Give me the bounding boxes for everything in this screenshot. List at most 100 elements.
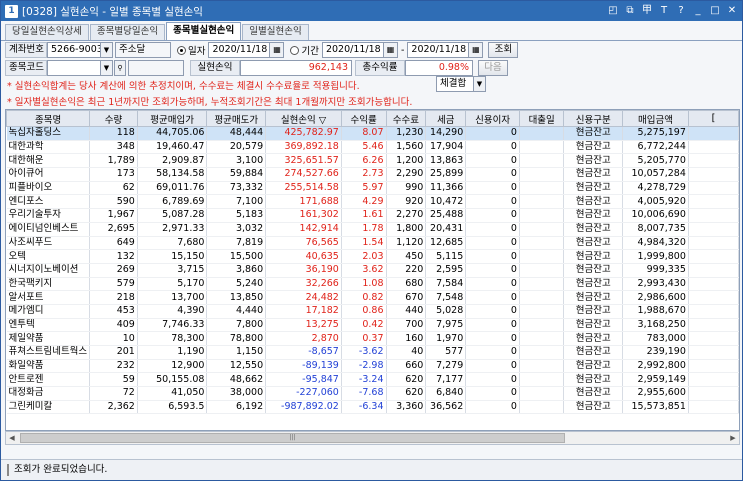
close-icon[interactable]: ✕ (725, 4, 739, 18)
cell-credit-type: 현금잔고 (563, 290, 624, 305)
help-icon[interactable]: ? (674, 4, 688, 18)
cell-avg-sell: 3,032 (206, 222, 267, 237)
pin-icon[interactable]: 甲 (640, 4, 654, 18)
table-row[interactable]: 사조씨푸드 649 7,680 7,819 76,565 1.54 1,120 12,685 0… (6, 236, 739, 251)
col-realized-pnl[interactable]: 실현손익 ▽ (265, 110, 342, 127)
cell-return: -7.68 (341, 386, 387, 401)
calendar-from-icon[interactable]: ▦ (383, 42, 398, 58)
price-type-select[interactable]: 체결합 ▼ (436, 76, 486, 92)
table-row[interactable]: 아이큐어 173 58,134.58 59,884 274,527.66 2.73 2,29… (6, 167, 739, 182)
scroll-thumb[interactable]: ||| (20, 433, 565, 443)
table-row[interactable]: 한국팩키지 579 5,170 5,240 32,266 1.08 680 7,584 0 현금잔… (6, 277, 739, 292)
cell-realized-pnl: -227,060 (265, 386, 342, 401)
price-type-value[interactable]: 체결합 (436, 76, 474, 92)
tab-daily-realized-detail[interactable]: 당일실현손익상세 (5, 24, 89, 40)
realized-pnl-grid[interactable]: 종목명 수량 평균매입가 평균매도가 실현손익 ▽ 수익률 수수료 세금 신용이… (5, 109, 740, 431)
col-fee[interactable]: 수수료 (385, 110, 427, 127)
table-row[interactable]: 그린케미칼 2,362 6,593.5 6,192 -987,892.02 -6.34 3,… (6, 400, 739, 415)
cell-overflow (688, 331, 739, 346)
col-buy-amount[interactable]: 매입금액 (622, 110, 689, 127)
daily-date-field[interactable]: 2020/11/18 (208, 42, 271, 58)
table-row[interactable]: 대정화금 72 41,050 38,000 -227,060 -7.68 620 6,840 0… (6, 386, 739, 401)
cell-fee: 2,290 (386, 167, 427, 182)
table-row[interactable]: 우리기술투자 1,967 5,087.28 5,183 161,302 1.61 2,270… (6, 208, 739, 223)
horizontal-scrollbar[interactable]: ◀ ||| ▶ (5, 431, 740, 445)
radio-daily-indicator[interactable] (177, 45, 186, 55)
table-row[interactable]: 오텍 132 15,150 15,500 40,635 2.03 450 5,115 0 현금잔고… (6, 249, 739, 264)
notice-realized-sum: * 실현손익합계는 당사 계산에 의한 추정치이며, 수수료는 체결시 수수료율… (7, 81, 360, 92)
col-tax[interactable]: 세금 (425, 110, 467, 127)
col-stock-name[interactable]: 종목명 (6, 110, 91, 127)
col-credit-interest[interactable]: 신용이자 (465, 110, 520, 127)
cell-loan-date (519, 126, 565, 141)
table-row[interactable]: 메가엠디 453 4,390 4,440 17,182 0.86 440 5,028 0 현금잔고… (6, 304, 739, 319)
radio-period[interactable]: 기간 (290, 43, 319, 57)
cell-fee: 990 (386, 181, 427, 196)
cell-buy-amount: 10,057,284 (622, 167, 689, 182)
search-icon[interactable]: ⚲ (114, 60, 126, 76)
radio-period-indicator[interactable] (290, 45, 300, 55)
cell-avg-sell: 20,579 (206, 140, 267, 155)
col-avg-buy[interactable]: 평균매입가 (136, 110, 208, 127)
radio-daily[interactable]: 일자 (177, 43, 205, 57)
cell-overflow (688, 222, 739, 237)
table-row[interactable]: 녹십자홀딩스 118 44,705.06 48,444 425,782.97 8.07 1,… (6, 126, 739, 141)
calendar-to-icon[interactable]: ▦ (469, 42, 484, 58)
table-row[interactable]: 대한과학 348 19,460.47 20,579 369,892.18 5.46 1,56… (6, 140, 739, 155)
price-type-dropdown-icon[interactable]: ▼ (474, 76, 486, 92)
query-button[interactable]: 조회 (488, 42, 519, 58)
tab-stock-daily-pnl[interactable]: 종목별당일손익 (89, 24, 166, 40)
maximize-icon[interactable]: □ (708, 4, 722, 18)
tab-stock-realized-pnl[interactable]: 종목별실현손익 (166, 22, 242, 40)
minimize-icon[interactable]: _ (691, 4, 705, 18)
restore-icon[interactable]: ◰ (606, 4, 620, 18)
next-button[interactable]: 다음 (478, 60, 508, 76)
scroll-left-icon[interactable]: ◀ (6, 432, 18, 444)
cell-avg-buy: 4,390 (137, 304, 208, 319)
table-row[interactable]: 에이티넘인베스트 2,695 2,971.33 3,032 142,914 1.78 1,8… (6, 222, 739, 237)
cell-overflow (688, 126, 739, 141)
col-return[interactable]: 수익률 (340, 110, 387, 127)
table-row[interactable]: 대한해운 1,789 2,909.87 3,100 325,651.57 6.26 1,20… (6, 153, 739, 169)
font-icon[interactable]: T (657, 4, 671, 18)
table-row[interactable]: 안트로젠 59 50,155.08 48,662 -95,847 -3.24 620 7,17… (6, 372, 739, 388)
copy-icon[interactable]: ⧉ (623, 4, 637, 18)
calendar-icon[interactable]: ▦ (270, 42, 285, 58)
table-row[interactable]: 제일약품 10 78,300 78,800 2,870 0.37 160 1,970 0 현금잔고… (6, 331, 739, 346)
cell-avg-sell: 12,550 (206, 359, 267, 374)
cell-tax: 5,115 (425, 249, 467, 264)
cell-quantity: 10 (89, 331, 138, 346)
scroll-right-icon[interactable]: ▶ (727, 432, 739, 444)
table-row[interactable]: 피플바이오 62 69,011.76 73,332 255,514.58 5.97 990 1… (6, 181, 739, 196)
col-avg-sell[interactable]: 평균매도가 (206, 110, 267, 127)
cell-credit-interest: 0 (465, 263, 520, 278)
col-credit-type[interactable]: 신용구분 (563, 110, 624, 127)
table-row[interactable]: 엔투텍 409 7,746.33 7,800 13,275 0.42 700 7,975 0 현금… (6, 318, 739, 333)
title-bar[interactable]: 1 [0328] 실현손익 - 일별 종목별 실현손익 ◰ ⧉ 甲 T ? _ … (1, 1, 742, 21)
account-dropdown-icon[interactable]: ▼ (101, 42, 113, 58)
cell-loan-date (519, 222, 565, 237)
cell-realized-pnl: 13,275 (265, 318, 342, 333)
stock-dropdown-icon[interactable]: ▼ (101, 60, 113, 76)
realized-value: 962,143 (240, 60, 352, 76)
cell-quantity: 201 (89, 345, 138, 360)
stock-code-field[interactable] (47, 60, 101, 76)
table-row[interactable]: 시너지이노베이션 269 3,715 3,860 36,190 3.62 220 2,595 0… (6, 263, 739, 278)
table-row[interactable]: 퓨쳐스트림네트웍스 201 1,190 1,150 -8,657 -3.62 40 577 0 현… (6, 345, 739, 360)
cell-avg-buy: 13,700 (137, 290, 208, 305)
tab-daily-realized-pnl[interactable]: 일별실현손익 (242, 24, 309, 40)
period-to-field[interactable]: 2020/11/18 (407, 42, 470, 58)
col-loan-date[interactable]: 대출일 (518, 110, 565, 127)
period-from-field[interactable]: 2020/11/18 (321, 42, 384, 58)
cell-credit-interest: 0 (465, 400, 520, 415)
sort-desc-icon[interactable]: ▽ (319, 115, 326, 126)
cell-overflow (688, 386, 739, 401)
cell-stock-name: 사조씨푸드 (6, 236, 91, 251)
cell-credit-type: 현금잔고 (563, 345, 624, 360)
table-row[interactable]: 화일약품 232 12,900 12,550 -89,139 -2.98 660 7,279 0… (6, 359, 739, 374)
cell-realized-pnl: -89,139 (265, 359, 342, 374)
account-number-field[interactable]: 5266-9003 (47, 42, 101, 58)
col-quantity[interactable]: 수량 (89, 110, 138, 127)
table-row[interactable]: 알서포트 218 13,700 13,850 24,482 0.82 670 7,548 0 현금… (6, 290, 739, 305)
table-row[interactable]: 엔디포스 590 6,789.69 7,100 171,688 4.29 920 10,472… (6, 194, 739, 210)
